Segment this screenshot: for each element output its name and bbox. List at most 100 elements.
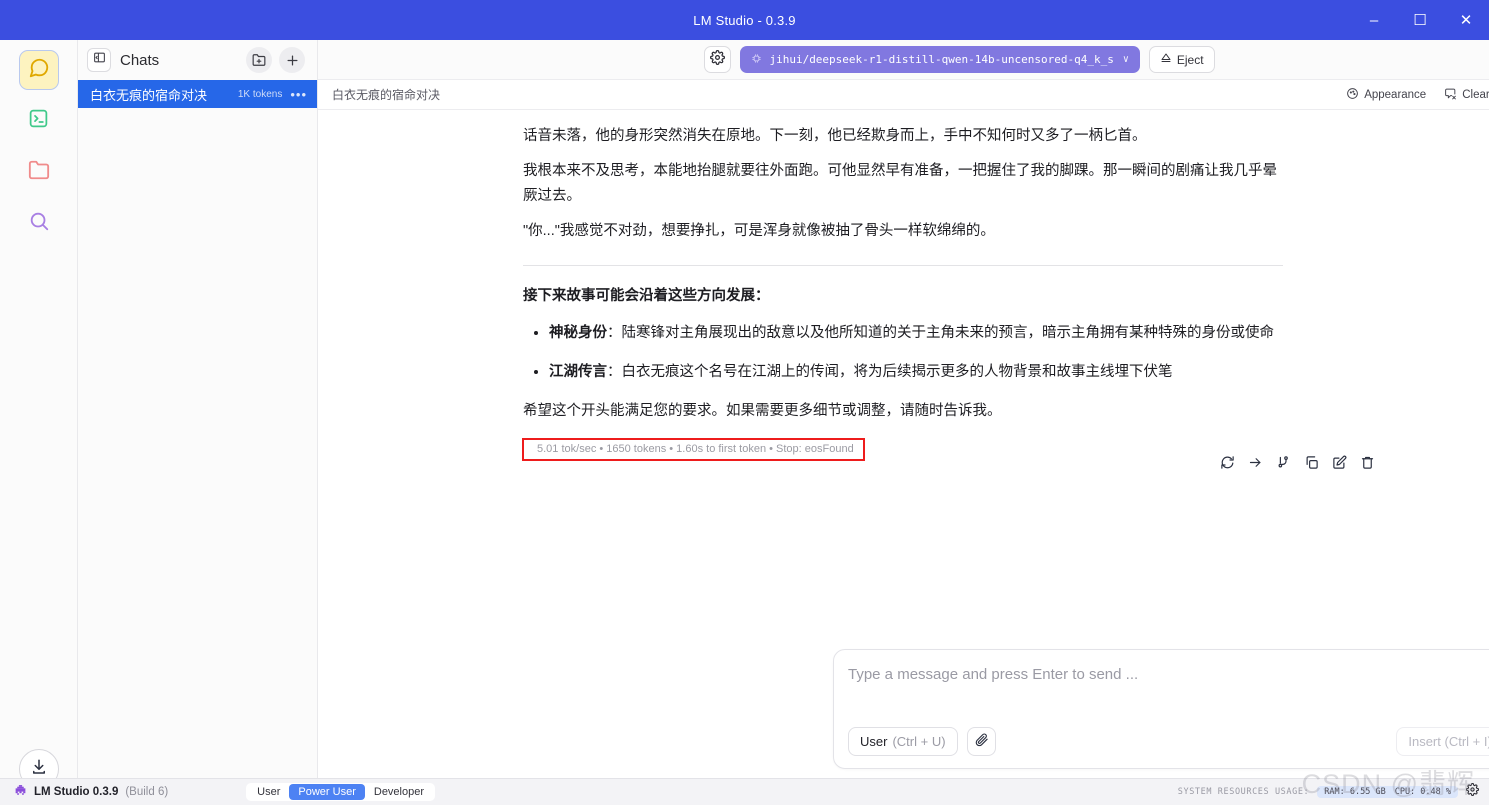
chat-panel-title: Chats	[120, 51, 160, 69]
panel-collapse-icon	[93, 51, 106, 69]
main-area: jihui/deepseek-r1-distill-qwen-14b-uncen…	[318, 40, 1489, 805]
insert-shortcut: (Ctrl + I)	[1444, 734, 1489, 749]
new-folder-button[interactable]	[246, 47, 272, 73]
status-build: (Build 6)	[125, 786, 169, 798]
mode-power-user[interactable]: Power User	[289, 784, 365, 800]
clear-all-label: Clear All	[1462, 88, 1489, 101]
conversation-scroll-area[interactable]: 话音未落，他的身形突然消失在原地。下一刻，他已经欺身而上，手中不知何时又多了一柄…	[318, 110, 1489, 805]
edit-button[interactable]	[1328, 454, 1350, 476]
chat-item-tokens: 1K tokens	[237, 88, 283, 100]
message-paragraph: 话音未落，他的身形突然消失在原地。下一刻，他已经欺身而上，手中不知何时又多了一柄…	[523, 128, 1147, 144]
chat-icon	[28, 57, 50, 84]
generation-stats: 5.01 tok/sec • 1650 tokens • 1.60s to fi…	[522, 437, 865, 461]
sidebar-item-developer[interactable]	[19, 101, 59, 141]
copy-icon	[1304, 455, 1319, 475]
regenerate-button[interactable]	[1216, 454, 1238, 476]
status-brand: LM Studio 0.3.9 (Build 6)	[14, 784, 168, 800]
paperclip-icon	[974, 732, 989, 752]
gear-icon	[710, 49, 726, 70]
folder-icon	[28, 159, 50, 186]
continue-icon	[1248, 455, 1263, 475]
model-name: jihui/deepseek-r1-distill-qwen-14b-uncen…	[769, 53, 1114, 66]
gear-icon[interactable]	[1466, 783, 1479, 801]
message-input[interactable]: Type a message and press Enter to send .…	[848, 666, 1489, 683]
model-settings-button[interactable]	[704, 46, 732, 73]
sidebar-item-discover[interactable]	[19, 203, 59, 243]
resources-label: SYSTEM RESOURCES USAGE:	[1177, 787, 1310, 797]
window-title: LM Studio - 0.3.9	[693, 12, 796, 28]
chat-list-panel: Chats 白衣无痕的宿命对决 1K tokens •••	[78, 40, 318, 805]
message-heading-text: 接下来故事可能会沿着这些方向发展	[523, 287, 755, 304]
insert-button[interactable]: Insert (Ctrl + I)	[1396, 727, 1489, 756]
palette-icon	[1346, 87, 1359, 103]
assistant-message: 话音未落，他的身形突然消失在原地。下一刻，他已经欺身而上，手中不知何时又多了一柄…	[523, 124, 1283, 424]
sidebar-item-chat[interactable]	[18, 50, 59, 90]
copy-button[interactable]	[1300, 454, 1322, 476]
message-heading-suffix: ：	[755, 287, 770, 304]
mode-selector: User Power User Developer	[246, 783, 436, 801]
clear-all-button[interactable]: Clear All	[1444, 87, 1489, 103]
regenerate-icon	[1220, 455, 1235, 475]
app-body: Chats 白衣无痕的宿命对决 1K tokens ••• jihui/deep…	[0, 40, 1489, 805]
appearance-label: Appearance	[1364, 88, 1427, 101]
new-chat-button[interactable]	[279, 47, 305, 73]
branch-icon	[1276, 455, 1291, 475]
bullet-term: 江湖传言	[549, 363, 607, 380]
terminal-icon	[28, 108, 49, 134]
mode-developer[interactable]: Developer	[365, 784, 433, 800]
continue-button[interactable]	[1244, 454, 1266, 476]
chevron-down-icon: ∨	[1122, 54, 1129, 65]
conversation-title: 白衣无痕的宿命对决	[332, 88, 441, 102]
role-selector-button[interactable]: User (Ctrl + U)	[848, 727, 958, 756]
search-icon	[28, 210, 50, 237]
conversation-header: 白衣无痕的宿命对决 Appearance Clear	[318, 80, 1489, 110]
divider	[523, 264, 1283, 266]
message-paragraph: 我根本来不及思考，本能地抬腿就要往外面跑。可他显然早有准备，一把握住了我的脚踝。…	[523, 162, 1277, 204]
branch-button[interactable]	[1272, 454, 1294, 476]
lm-studio-logo-icon	[14, 784, 27, 800]
chat-item-menu-button[interactable]: •••	[290, 87, 307, 102]
conversation-actions: Appearance Clear All	[1346, 87, 1489, 103]
status-right: SYSTEM RESOURCES USAGE: RAM: 6.55 GB CPU…	[1178, 783, 1479, 801]
ram-usage: RAM: 6.55 GB	[1324, 787, 1386, 797]
eject-button[interactable]: Eject	[1148, 46, 1215, 73]
list-item: 江湖传言：白衣无痕这个名号在江湖上的传闻，将为后续揭示更多的人物背景和故事主线埋…	[549, 360, 1283, 385]
message-paragraph: "你..."我感觉不对劲，想要挣扎，可是浑身就像被抽了骨头一样软绵绵的。	[523, 222, 995, 239]
role-label: User	[860, 734, 888, 749]
model-toolbar-center: jihui/deepseek-r1-distill-qwen-14b-uncen…	[704, 46, 1215, 73]
clear-all-icon	[1444, 87, 1457, 103]
list-item: 神秘身份：陆寒锋对主角展现出的敌意以及他所知道的关于主角未来的预言，暗示主角拥有…	[549, 321, 1283, 346]
bullet-term: 神秘身份	[549, 324, 607, 341]
model-chip-icon	[751, 53, 762, 67]
status-bar: LM Studio 0.3.9 (Build 6) User Power Use…	[0, 778, 1489, 805]
cpu-usage: CPU: 0.48 %	[1394, 787, 1451, 797]
delete-button[interactable]	[1356, 454, 1378, 476]
composer-controls: User (Ctrl + U) Insert (Ctrl + I)	[848, 727, 1489, 756]
message-composer[interactable]: Type a message and press Enter to send .…	[833, 649, 1489, 769]
bullet-text: ：白衣无痕这个名号在江湖上的传闻，将为后续揭示更多的人物背景和故事主线埋下伏笔	[607, 363, 1173, 380]
trash-icon	[1360, 455, 1375, 475]
bullet-text: ：陆寒锋对主角展现出的敌意以及他所知道的关于主角未来的预言，暗示主角拥有某种特殊…	[607, 324, 1274, 341]
message-footer: 5.01 tok/sec • 1650 tokens • 1.60s to fi…	[522, 437, 1373, 469]
message-action-bar	[1216, 454, 1378, 476]
attach-file-button[interactable]	[966, 727, 996, 756]
eject-label: Eject	[1176, 52, 1204, 67]
chat-panel-header: Chats	[78, 40, 317, 80]
navigation-rail	[0, 40, 78, 805]
title-bar: LM Studio - 0.3.9 – ☐ ✕	[0, 0, 1489, 40]
message-bullet-list: 神秘身份：陆寒锋对主角展现出的敌意以及他所知道的关于主角未来的预言，暗示主角拥有…	[523, 321, 1283, 385]
role-shortcut: (Ctrl + U)	[892, 734, 946, 749]
list-item[interactable]: 白衣无痕的宿命对决 1K tokens •••	[78, 80, 317, 108]
message-closing: 希望这个开头能满足您的要求。如果需要更多细节或调整，请随时告诉我。	[523, 402, 1002, 419]
eject-icon	[1160, 52, 1172, 67]
chat-item-title: 白衣无痕的宿命对决	[90, 87, 208, 103]
model-toolbar: jihui/deepseek-r1-distill-qwen-14b-uncen…	[318, 40, 1489, 80]
mode-user[interactable]: User	[248, 784, 289, 800]
chat-panel-actions	[246, 47, 305, 73]
insert-label: Insert	[1408, 734, 1441, 749]
appearance-button[interactable]: Appearance	[1346, 87, 1426, 103]
sidebar-item-my-models[interactable]	[19, 152, 59, 192]
resources-usage[interactable]: RAM: 6.55 GB CPU: 0.48 %	[1317, 786, 1458, 798]
model-selector[interactable]: jihui/deepseek-r1-distill-qwen-14b-uncen…	[740, 46, 1140, 73]
collapse-sidebar-button[interactable]	[87, 48, 111, 72]
